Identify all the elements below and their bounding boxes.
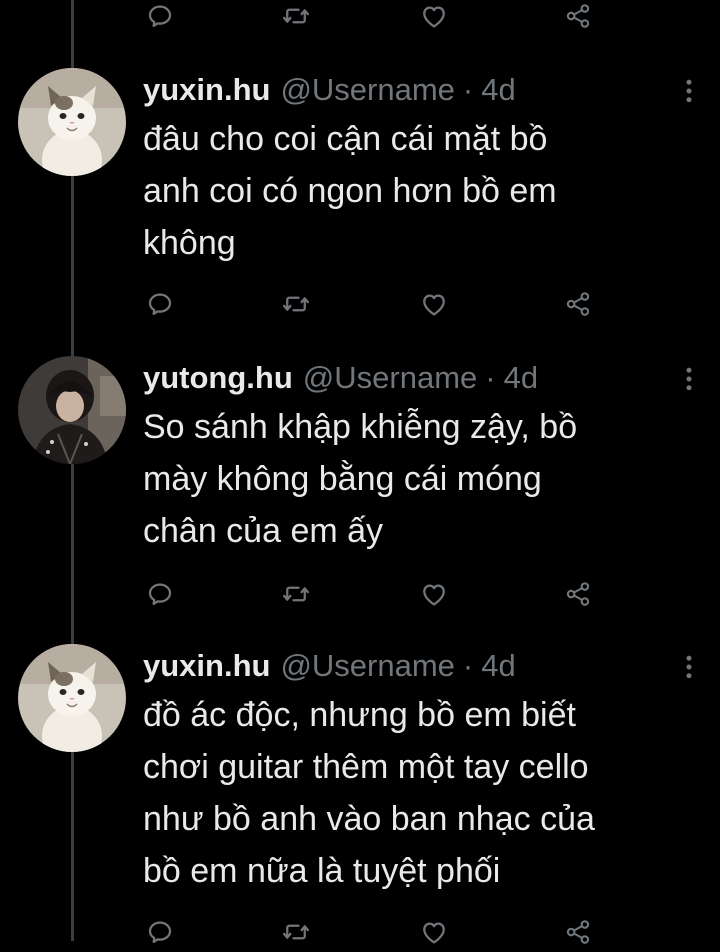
share-icon xyxy=(563,917,593,947)
more-options-button[interactable] xyxy=(674,652,704,682)
speech-bubble-icon xyxy=(145,1,175,31)
reply-button[interactable] xyxy=(140,0,180,36)
tweet-header: yuxin.hu @Username · 4d xyxy=(143,644,516,688)
action-bar xyxy=(140,912,600,952)
display-name[interactable]: yuxin.hu xyxy=(143,68,270,112)
tweet-text-line: So sánh khập khiễng zậy, bồ xyxy=(143,408,578,446)
reply-button[interactable] xyxy=(140,912,180,952)
action-bar xyxy=(140,0,600,36)
share-icon xyxy=(563,1,593,31)
cat-avatar-image xyxy=(18,68,126,176)
tweet-text: So sánh khập khiễng zậy, bồ mày không bằ… xyxy=(143,401,703,557)
retweet-button[interactable] xyxy=(276,574,316,614)
timestamp[interactable]: 4d xyxy=(504,356,538,400)
retweet-button[interactable] xyxy=(276,284,316,324)
heart-icon xyxy=(419,1,449,31)
tweet-text-line: mày không bằng cái móng xyxy=(143,460,542,498)
tweet-text-line: đồ ác độc, nhưng bồ em biết xyxy=(143,696,576,734)
like-button[interactable] xyxy=(414,284,454,324)
share-icon xyxy=(563,579,593,609)
display-name[interactable]: yutong.hu xyxy=(143,356,293,400)
vertical-dots-icon xyxy=(674,76,704,106)
tweet-header: yuxin.hu @Username · 4d xyxy=(143,68,516,112)
heart-icon xyxy=(419,579,449,609)
avatar[interactable] xyxy=(18,356,126,464)
heart-icon xyxy=(419,289,449,319)
retweet-icon xyxy=(281,1,311,31)
share-icon xyxy=(563,289,593,319)
retweet-button[interactable] xyxy=(276,912,316,952)
vertical-dots-icon xyxy=(674,364,704,394)
tweet-header: yutong.hu @Username · 4d xyxy=(143,356,538,400)
display-name[interactable]: yuxin.hu xyxy=(143,644,270,688)
tweet-text-line: không xyxy=(143,224,236,262)
share-button[interactable] xyxy=(558,574,598,614)
timestamp[interactable]: 4d xyxy=(481,644,515,688)
share-button[interactable] xyxy=(558,0,598,36)
speech-bubble-icon xyxy=(145,917,175,947)
person-avatar-image xyxy=(18,356,126,464)
tweet-text-line: bồ em nữa là tuyệt phối xyxy=(143,852,501,890)
retweet-button[interactable] xyxy=(276,0,316,36)
action-bar xyxy=(140,284,600,324)
tweet-text: đâu cho coi cận cái mặt bồ anh coi có ng… xyxy=(143,113,703,269)
separator-dot: · xyxy=(462,72,474,107)
tweet-text-line: như bồ anh vào ban nhạc của xyxy=(143,800,595,838)
tweet-text-line: anh coi có ngon hơn bồ em xyxy=(143,172,557,210)
tweet-text-line: đâu cho coi cận cái mặt bồ xyxy=(143,120,548,158)
avatar[interactable] xyxy=(18,68,126,176)
vertical-dots-icon xyxy=(674,652,704,682)
separator-dot: · xyxy=(485,360,496,395)
tweet-text: đồ ác độc, nhưng bồ em biết chơi guitar … xyxy=(143,689,703,897)
speech-bubble-icon xyxy=(145,289,175,319)
like-button[interactable] xyxy=(414,912,454,952)
like-button[interactable] xyxy=(414,0,454,36)
speech-bubble-icon xyxy=(145,579,175,609)
avatar[interactable] xyxy=(18,644,126,752)
username-handle[interactable]: @Username xyxy=(303,356,477,400)
more-options-button[interactable] xyxy=(674,76,704,106)
retweet-icon xyxy=(281,917,311,947)
retweet-icon xyxy=(281,289,311,319)
reply-button[interactable] xyxy=(140,284,180,324)
tweet-text-line: chân của em ấy xyxy=(143,512,384,550)
like-button[interactable] xyxy=(414,574,454,614)
username-handle[interactable]: @Username xyxy=(280,68,454,112)
share-button[interactable] xyxy=(558,912,598,952)
separator-dot: · xyxy=(462,648,474,683)
reply-button[interactable] xyxy=(140,574,180,614)
timestamp[interactable]: 4d xyxy=(481,68,515,112)
more-options-button[interactable] xyxy=(674,364,704,394)
action-bar xyxy=(140,574,600,614)
username-handle[interactable]: @Username xyxy=(280,644,454,688)
cat-avatar-image xyxy=(18,644,126,752)
retweet-icon xyxy=(281,579,311,609)
tweet-text-line: chơi guitar thêm một tay cello xyxy=(143,748,589,786)
share-button[interactable] xyxy=(558,284,598,324)
heart-icon xyxy=(419,917,449,947)
